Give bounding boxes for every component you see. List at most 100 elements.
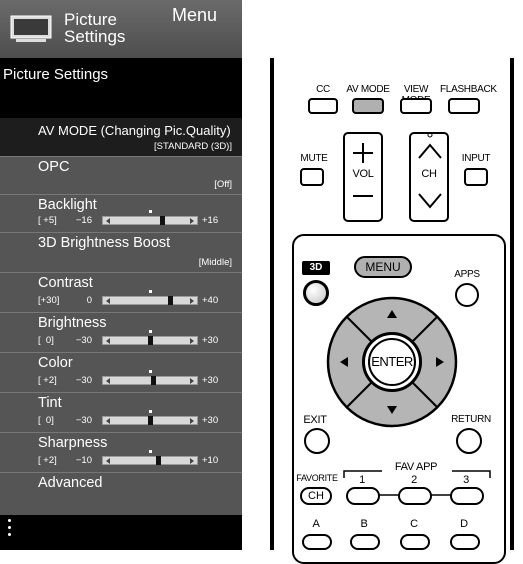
menu-item-brightness[interactable]: Brightness [ 0] −30 +30 xyxy=(0,312,242,352)
menu-item-value: [STANDARD (3D)] xyxy=(154,141,232,152)
cc-label: CC xyxy=(316,84,330,95)
slider-min-label: −10 xyxy=(75,455,92,466)
a-button[interactable] xyxy=(302,534,332,550)
av-mode-button[interactable] xyxy=(352,98,384,114)
menu-item-opc[interactable]: OPC [Off] xyxy=(0,156,242,194)
menu-item-label: Backlight xyxy=(38,197,97,213)
slider-knob[interactable] xyxy=(167,296,173,305)
input-button[interactable] xyxy=(464,168,488,186)
vol-label: VOL xyxy=(352,168,374,180)
header-menu-label: Menu xyxy=(172,5,218,25)
sharpness-slider[interactable]: [ +2] −10 +10 xyxy=(38,450,238,467)
fav-app-1-button[interactable] xyxy=(346,487,380,505)
volume-up-icon xyxy=(353,143,373,163)
left-arrow-icon xyxy=(106,458,110,464)
return-button[interactable] xyxy=(456,428,482,454)
menu-item-contrast[interactable]: Contrast [+30] 0 +40 xyxy=(0,272,242,312)
header-title: Picture Settings xyxy=(64,10,126,46)
favorite-label: FAVORITE xyxy=(296,473,338,483)
right-arrow-icon xyxy=(190,378,194,384)
c-button[interactable] xyxy=(400,534,430,550)
menu-item-backlight[interactable]: Backlight [ +5] −16 +16 xyxy=(0,194,242,232)
channel-rocker[interactable]: CH xyxy=(409,132,449,222)
slider-current-value: [ +2] xyxy=(38,375,57,386)
menu-button[interactable]: MENU xyxy=(354,256,412,278)
slider-max-label: +16 xyxy=(202,215,219,226)
a-label: A xyxy=(312,518,320,530)
slider-center-mark xyxy=(149,290,152,293)
menu-header: Picture Settings Menu xyxy=(0,0,242,58)
slider-track[interactable] xyxy=(102,410,198,425)
enter-label: ENTER xyxy=(368,338,416,386)
menu-item-label: Sharpness xyxy=(38,435,108,451)
menu-item-tint[interactable]: Tint [ 0] −30 +30 xyxy=(0,392,242,432)
mute-button[interactable] xyxy=(300,168,324,186)
menu-item-label: OPC xyxy=(38,159,70,175)
slider-knob[interactable] xyxy=(148,416,153,425)
backlight-slider[interactable]: [ +5] −16 +16 xyxy=(38,210,238,227)
slider-knob[interactable] xyxy=(155,456,161,465)
fav-app-2-button[interactable] xyxy=(398,487,432,505)
menu-item-label: Contrast xyxy=(38,275,93,291)
apps-label: APPS xyxy=(454,269,480,280)
d-button[interactable] xyxy=(450,534,480,550)
fav-app-3-button[interactable] xyxy=(450,487,484,505)
slider-knob[interactable] xyxy=(150,376,156,385)
exit-button[interactable] xyxy=(304,428,330,454)
slider-min-label: −30 xyxy=(75,375,92,386)
picture-settings-menu: Picture Settings Menu Picture Settings A… xyxy=(0,0,242,550)
slider-min-label: 0 xyxy=(86,295,92,306)
3d-label: 3D xyxy=(302,261,330,275)
left-arrow-icon xyxy=(106,378,110,384)
channel-down-icon xyxy=(418,193,442,209)
menu-item-sharpness[interactable]: Sharpness [ +2] −10 +10 xyxy=(0,432,242,472)
view-mode-button[interactable] xyxy=(400,98,432,114)
menu-item-3d-brightness-boost[interactable]: 3D Brightness Boost [Middle] xyxy=(0,232,242,272)
fav-app-label: FAV APP xyxy=(394,461,438,473)
volume-rocker[interactable]: VOL xyxy=(343,132,383,222)
cc-button[interactable] xyxy=(308,98,338,114)
enter-button[interactable]: ENTER xyxy=(362,332,422,392)
c-label: C xyxy=(410,518,418,530)
menu-item-label: AV MODE (Changing Pic.Quality) xyxy=(38,123,231,138)
tint-slider[interactable]: [ 0] −30 +30 xyxy=(38,410,238,427)
flashback-button[interactable] xyxy=(448,98,480,114)
remote-control: CC AV MODE VIEW MODE FLASHBACK MUTE VOL … xyxy=(270,58,514,564)
slider-track[interactable] xyxy=(102,370,198,385)
left-arrow-icon xyxy=(106,298,110,304)
slider-knob[interactable] xyxy=(160,216,166,225)
slider-center-mark xyxy=(149,370,152,373)
ch-label: CH xyxy=(421,168,437,180)
menu-item-color[interactable]: Color [ +2] −30 +30 xyxy=(0,352,242,392)
color-slider[interactable]: [ +2] −30 +30 xyxy=(38,370,238,387)
slider-track[interactable] xyxy=(102,290,198,305)
right-arrow-icon xyxy=(190,418,194,424)
return-label: RETURN xyxy=(451,414,491,425)
contrast-slider[interactable]: [+30] 0 +40 xyxy=(38,290,238,307)
favorite-ch-button[interactable]: CH xyxy=(300,487,332,505)
slider-track[interactable] xyxy=(102,450,198,465)
slider-current-value: [ 0] xyxy=(38,335,54,346)
slider-max-label: +40 xyxy=(202,295,219,306)
slider-knob[interactable] xyxy=(148,336,153,345)
menu-footer xyxy=(0,515,242,550)
slider-track[interactable] xyxy=(102,210,198,225)
right-arrow-icon xyxy=(190,338,194,344)
menu-item-label: Color xyxy=(38,355,73,371)
menu-item-advanced[interactable]: Advanced xyxy=(0,472,242,515)
b-label: B xyxy=(360,518,368,530)
left-arrow-icon xyxy=(106,338,110,344)
slider-max-label: +30 xyxy=(202,415,219,426)
menu-item-label: Brightness xyxy=(38,315,107,331)
b-button[interactable] xyxy=(350,534,380,550)
section-bar: Picture Settings xyxy=(0,58,242,118)
channel-up-icon xyxy=(418,143,442,159)
slider-max-label: +30 xyxy=(202,375,219,386)
menu-item-av-mode[interactable]: AV MODE (Changing Pic.Quality) [STANDARD… xyxy=(0,118,242,156)
slider-track[interactable] xyxy=(102,330,198,345)
av-mode-label: AV MODE xyxy=(346,84,390,95)
right-arrow-icon xyxy=(190,298,194,304)
left-arrow-icon xyxy=(106,218,110,224)
input-label: INPUT xyxy=(461,153,491,164)
brightness-slider[interactable]: [ 0] −30 +30 xyxy=(38,330,238,347)
